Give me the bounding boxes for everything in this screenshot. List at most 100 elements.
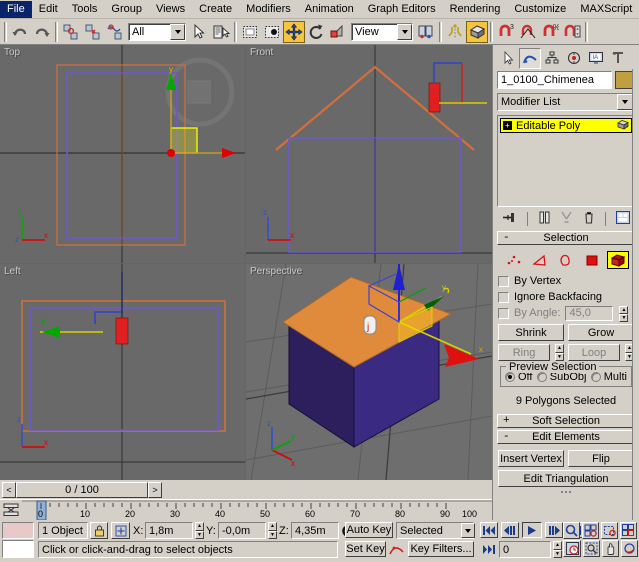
by-angle-checkbox[interactable] (498, 308, 509, 319)
previous-frame-button[interactable] (501, 522, 519, 538)
viewport-left[interactable]: y z x Left (0, 264, 245, 480)
track-bar[interactable]: 0 10 20 30 40 50 60 70 80 90 100 (0, 499, 492, 520)
shrink-button[interactable]: Shrink (498, 324, 564, 341)
create-tab[interactable] (497, 48, 519, 69)
spinner-snap-icon[interactable] (561, 21, 583, 43)
chevron-down-icon[interactable] (170, 24, 185, 40)
ring-button[interactable]: Ring (498, 344, 550, 361)
show-end-result-icon[interactable] (538, 211, 551, 227)
selection-filter-dropdown[interactable]: All (128, 23, 186, 41)
zoom-extents-all-icon[interactable] (620, 522, 637, 539)
preview-multi-radio[interactable] (591, 372, 601, 382)
menu-rendering[interactable]: Rendering (443, 1, 508, 18)
expand-stack-icon[interactable]: + (503, 121, 512, 130)
ignore-backfacing-checkbox[interactable] (498, 292, 509, 303)
edit-triangulation-button[interactable]: Edit Triangulation (498, 470, 634, 487)
make-unique-icon[interactable] (560, 211, 573, 227)
redo-icon[interactable] (31, 21, 53, 43)
ring-spinner[interactable]: ▲▼ (555, 344, 564, 361)
selection-lock-icon[interactable] (90, 522, 108, 539)
render-scene-icon[interactable] (466, 21, 488, 43)
utilities-tab[interactable] (607, 48, 629, 69)
angle-snap-icon[interactable] (517, 21, 539, 43)
zoom-region-icon[interactable] (583, 540, 600, 557)
maxscript-listener-pink[interactable] (2, 522, 34, 539)
zoom-icon[interactable] (563, 522, 580, 539)
percent-snap-icon[interactable]: % (539, 21, 561, 43)
edge-icon[interactable] (529, 251, 551, 269)
menu-tools[interactable]: Tools (65, 1, 105, 18)
polygon-icon[interactable] (581, 251, 603, 269)
vertex-icon[interactable] (503, 251, 525, 269)
display-tab[interactable]: IA (585, 48, 607, 69)
coordinate-system-dropdown[interactable]: View (351, 23, 413, 41)
rollout-header-soft-selection[interactable]: + Soft Selection (497, 414, 635, 428)
select-object-icon[interactable] (188, 21, 210, 43)
time-configuration-icon[interactable] (563, 540, 581, 557)
prev-frame-button[interactable]: < (2, 482, 16, 498)
menu-edit[interactable]: Edit (32, 1, 65, 18)
chevron-down-icon[interactable] (397, 24, 412, 40)
rollout-header-selection[interactable]: - Selection (497, 231, 635, 245)
viewport-front[interactable]: z x Front (246, 45, 492, 263)
auto-key-button[interactable]: Auto Key (345, 522, 393, 538)
remove-modifier-icon[interactable] (583, 211, 595, 227)
viewport-top[interactable]: y y x z Top (0, 45, 245, 263)
y-spinner[interactable]: ▲▼ (268, 522, 277, 539)
set-key-button[interactable]: Set Key (345, 541, 386, 557)
key-mode-chevron-down-icon[interactable] (461, 523, 475, 538)
zoom-extents-icon[interactable] (601, 522, 618, 539)
menu-maxscript[interactable]: MAXScript (573, 1, 639, 18)
flip-button[interactable]: Flip (568, 450, 634, 467)
x-spinner[interactable]: ▲▼ (195, 522, 204, 539)
viewport-perspective[interactable]: z x y j (246, 264, 492, 480)
menu-views[interactable]: Views (149, 1, 192, 18)
z-coordinate-field[interactable]: 4,35m (291, 522, 339, 539)
by-vertex-row[interactable]: By Vertex (498, 273, 634, 289)
by-angle-row[interactable]: By Angle: 45,0 ▲▼ (498, 305, 634, 321)
menu-create[interactable]: Create (192, 1, 239, 18)
select-and-scale-icon[interactable] (327, 21, 349, 43)
command-panel-scrollbar[interactable] (632, 69, 639, 520)
use-pivot-center-icon[interactable] (415, 21, 437, 43)
modifier-list-dropdown[interactable]: Modifier List (497, 93, 635, 111)
current-frame-field[interactable]: 0 (499, 541, 551, 558)
element-icon[interactable] (607, 251, 629, 269)
modifier-stack[interactable]: + Editable Poly (497, 115, 635, 207)
x-coordinate-field[interactable]: 1,8m (145, 522, 193, 539)
snap-toggle-icon[interactable]: 3 (495, 21, 517, 43)
menu-group[interactable]: Group (104, 1, 149, 18)
absolute-relative-toggle-icon[interactable] (111, 522, 130, 539)
next-frame-button[interactable]: > (148, 482, 162, 498)
menu-customize[interactable]: Customize (507, 1, 573, 18)
select-and-move-icon[interactable] (283, 21, 305, 43)
key-filters-button[interactable]: Key Filters... (408, 541, 474, 557)
grow-button[interactable]: Grow (568, 324, 634, 341)
menu-graph-editors[interactable]: Graph Editors (361, 1, 443, 18)
mirror-icon[interactable] (444, 21, 466, 43)
chevron-down-icon[interactable] (617, 94, 633, 110)
by-angle-value[interactable]: 45,0 (565, 306, 613, 321)
preview-off-radio[interactable] (505, 372, 515, 382)
play-animation-button[interactable] (522, 522, 542, 538)
time-slider[interactable]: < 0 / 100 > (2, 482, 162, 498)
undo-icon[interactable] (9, 21, 31, 43)
select-and-rotate-icon[interactable] (305, 21, 327, 43)
ignore-backfacing-row[interactable]: Ignore Backfacing (498, 289, 634, 305)
preview-multi-option[interactable]: Multi (591, 371, 627, 383)
key-mode-toggle-icon[interactable] (481, 541, 497, 557)
frame-spinner[interactable]: ▲▼ (553, 541, 562, 558)
set-key-curve-icon[interactable] (389, 541, 405, 557)
preview-subobj-radio[interactable] (537, 372, 547, 382)
select-by-name-icon[interactable] (210, 21, 232, 43)
menu-modifiers[interactable]: Modifiers (239, 1, 298, 18)
menu-animation[interactable]: Animation (298, 1, 361, 18)
hierarchy-tab[interactable] (541, 48, 563, 69)
rollout-resize-handle[interactable] (498, 491, 634, 493)
select-region-icon[interactable] (261, 21, 283, 43)
next-frame-button[interactable] (545, 522, 563, 538)
by-angle-spinner[interactable]: ▲▼ (619, 306, 628, 321)
zoom-all-icon[interactable] (582, 522, 599, 539)
unlink-icon[interactable] (82, 21, 104, 43)
configure-sets-icon[interactable] (616, 211, 630, 227)
